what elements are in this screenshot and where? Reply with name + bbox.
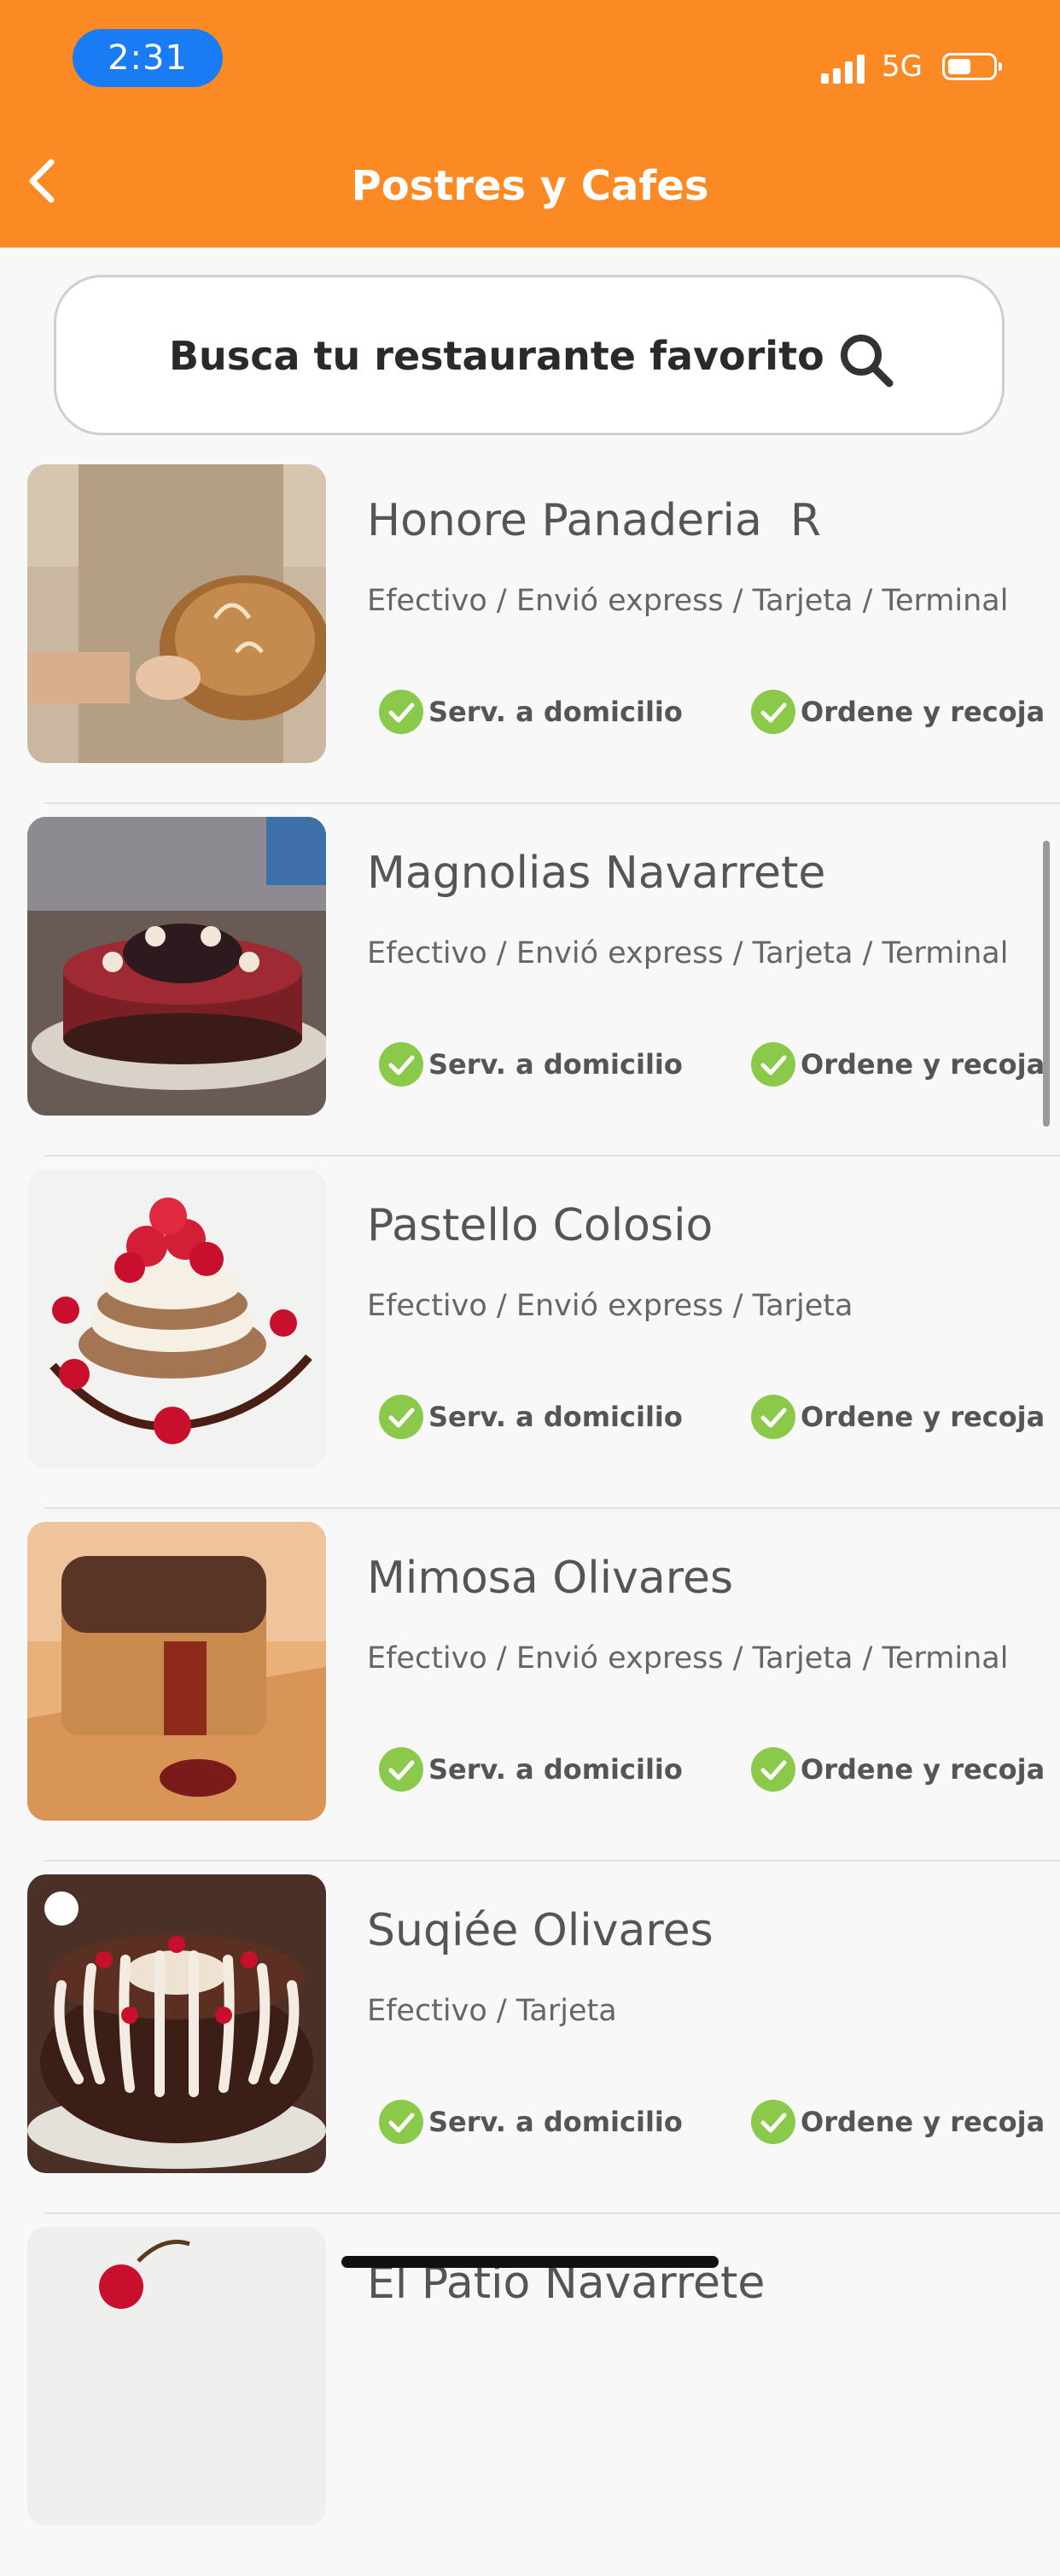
restaurant-row[interactable]: Mimosa Olivares Efectivo / Envió express… <box>0 1518 1060 1871</box>
feature-label: Serv. a domicilio <box>428 2106 683 2138</box>
check-circle-icon <box>751 1747 795 1792</box>
divider <box>44 1860 1060 1862</box>
check-circle-icon <box>379 2100 423 2144</box>
restaurant-row[interactable]: Pastello Colosio Efectivo / Envió expres… <box>0 1166 1060 1518</box>
check-circle-icon <box>379 690 423 734</box>
restaurant-name: Pastello Colosio <box>367 1200 713 1251</box>
feature-label: Serv. a domicilio <box>428 1048 683 1081</box>
divider <box>44 1155 1060 1157</box>
payment-methods: Efectivo / Envió express / Tarjeta / Ter… <box>367 936 1009 970</box>
battery-icon <box>942 53 1002 80</box>
restaurant-row[interactable]: Suqiée Olivares Efectivo / Tarjeta Serv.… <box>0 1871 1060 2223</box>
check-circle-icon <box>379 1747 423 1792</box>
search-icon[interactable] <box>835 329 900 393</box>
payment-methods: Efectivo / Tarjeta <box>367 1994 617 2028</box>
check-circle-icon <box>379 1395 423 1439</box>
feature-label: Ordene y recoja <box>801 2106 1045 2138</box>
restaurant-image <box>27 2227 326 2526</box>
payment-methods: Efectivo / Envió express / Tarjeta / Ter… <box>367 584 1009 618</box>
payment-methods: Efectivo / Envió express / Tarjeta / Ter… <box>367 1641 1009 1676</box>
divider <box>44 1507 1060 1509</box>
restaurant-image <box>27 464 326 763</box>
restaurant-row[interactable]: Magnolias Navarrete Efectivo / Envió exp… <box>0 813 1060 1166</box>
payment-methods: Efectivo / Envió express / Tarjeta <box>367 1289 853 1323</box>
feature-label: Ordene y recoja <box>801 1753 1045 1786</box>
divider <box>44 802 1060 804</box>
check-circle-icon <box>751 690 795 734</box>
restaurant-image <box>27 817 326 1116</box>
search-placeholder: Busca tu restaurante favorito <box>169 333 824 379</box>
status-time: 2:31 <box>73 29 223 87</box>
feature-label: Ordene y recoja <box>801 696 1045 728</box>
restaurant-name: Honore Panaderia R <box>367 495 822 546</box>
restaurant-row[interactable]: Honore Panaderia R Efectivo / Envió expr… <box>0 461 1060 813</box>
signal-icon <box>821 53 869 84</box>
restaurant-name: Mimosa Olivares <box>367 1553 734 1604</box>
nav-bar: Postres y Cafes <box>0 119 1060 248</box>
network-type: 5G <box>882 50 923 84</box>
check-circle-icon <box>751 2100 795 2144</box>
check-circle-icon <box>751 1042 795 1087</box>
feature-label: Ordene y recoja <box>801 1048 1045 1081</box>
page-title: Postres y Cafes <box>351 162 709 210</box>
feature-label: Ordene y recoja <box>801 1401 1045 1433</box>
feature-label: Serv. a domicilio <box>428 1753 683 1786</box>
feature-label: Serv. a domicilio <box>428 1401 683 1433</box>
check-circle-icon <box>751 1395 795 1439</box>
search-input[interactable]: Busca tu restaurante favorito <box>54 275 1005 435</box>
check-circle-icon <box>379 1042 423 1087</box>
restaurant-image <box>27 1522 326 1821</box>
scrollbar[interactable] <box>1043 841 1050 1127</box>
divider <box>44 2212 1060 2214</box>
home-indicator[interactable] <box>341 2256 719 2268</box>
feature-label: Serv. a domicilio <box>428 696 683 728</box>
status-bar: 2:31 5G <box>0 0 1060 119</box>
restaurant-image <box>27 1874 326 2173</box>
restaurant-name: Magnolias Navarrete <box>367 848 826 899</box>
restaurant-image <box>27 1169 326 1468</box>
restaurant-row[interactable]: El Patio Navarrete <box>0 2223 1060 2576</box>
restaurant-name: Suqiée Olivares <box>367 1905 713 1956</box>
